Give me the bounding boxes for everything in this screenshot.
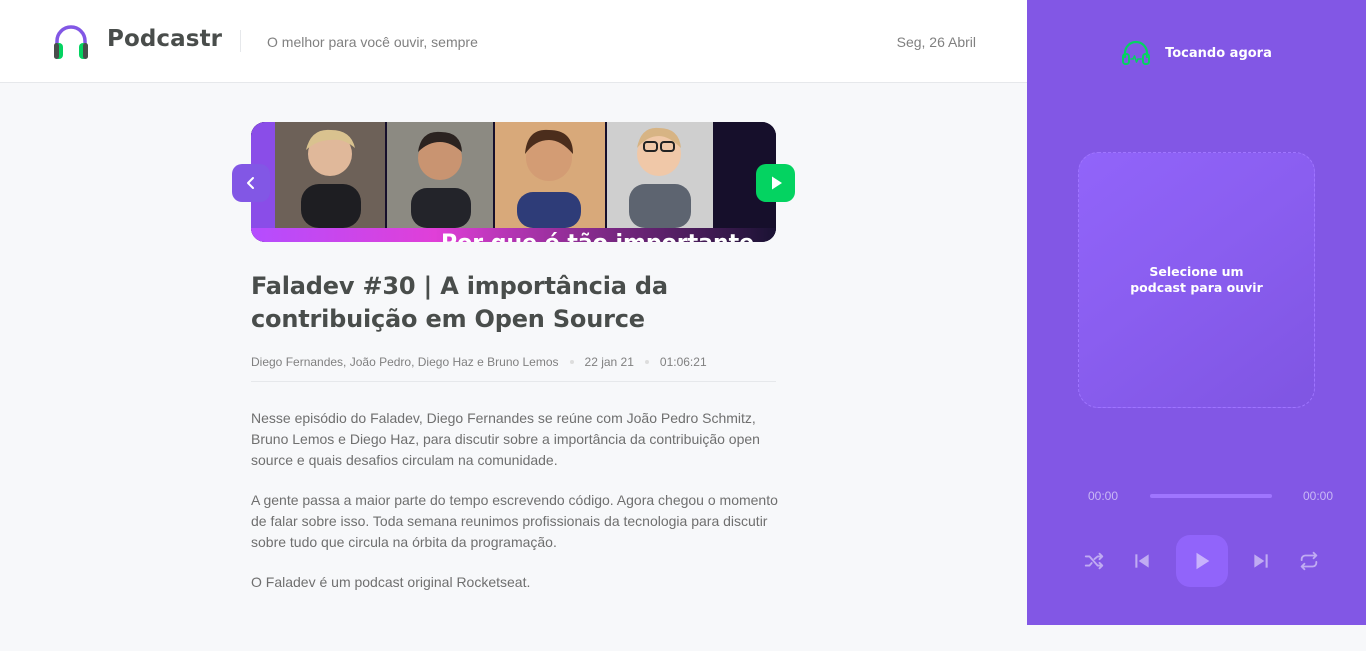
description-paragraph: O Faladev é um podcast original Rocketse… bbox=[251, 574, 531, 590]
play-icon bbox=[1196, 552, 1209, 569]
meta-separator bbox=[569, 360, 574, 364]
app-root: Podcastr O melhor para você ouvir, sempr… bbox=[0, 0, 1366, 651]
shuffle-icon bbox=[1084, 552, 1104, 569]
header-divider bbox=[240, 30, 241, 52]
previous-button[interactable] bbox=[1127, 546, 1157, 576]
app-name[interactable]: Podcastr bbox=[107, 26, 222, 52]
player-controls bbox=[1079, 533, 1324, 588]
divider bbox=[251, 381, 776, 382]
episode-date: 22 jan 21 bbox=[584, 355, 634, 369]
current-date: Seg, 26 Abril bbox=[896, 34, 976, 50]
chevron-left-icon bbox=[247, 177, 254, 189]
back-button[interactable] bbox=[232, 164, 270, 202]
tagline: O melhor para você ouvir, sempre bbox=[267, 34, 478, 50]
total-time: 00:00 bbox=[1302, 489, 1333, 503]
next-button[interactable] bbox=[1246, 546, 1276, 576]
empty-message-line: Selecione um bbox=[1149, 264, 1244, 279]
player-panel: Tocando agora Selecione um podcast para … bbox=[1027, 0, 1366, 625]
repeat-icon bbox=[1300, 551, 1318, 570]
episode-members: Diego Fernandes, João Pedro, Diego Haz e… bbox=[251, 355, 559, 369]
meta-separator bbox=[644, 360, 649, 364]
player-header: Tocando agora bbox=[1027, 40, 1366, 66]
headphones-playing-icon bbox=[1122, 40, 1151, 65]
play-button[interactable] bbox=[1175, 534, 1228, 587]
play-icon bbox=[771, 176, 782, 190]
now-playing-label: Tocando agora bbox=[1165, 45, 1272, 61]
current-time: 00:00 bbox=[1088, 489, 1119, 503]
empty-player: Selecione um podcast para ouvir bbox=[1078, 152, 1315, 408]
episode-meta: Diego Fernandes, João Pedro, Diego Haz e… bbox=[251, 354, 707, 370]
header: Podcastr O melhor para você ouvir, sempr… bbox=[0, 0, 1027, 83]
empty-message-line: podcast para ouvir bbox=[1130, 280, 1263, 295]
progress-row: 00:00 00:00 bbox=[1088, 487, 1333, 505]
description-paragraph: A gente passa a maior parte do tempo esc… bbox=[251, 492, 778, 550]
next-icon bbox=[1254, 553, 1268, 568]
shuffle-button[interactable] bbox=[1079, 546, 1109, 576]
episode-thumbnail: Por que é tão importante bbox=[251, 122, 776, 242]
episode-title: Faladev #30 | A importância da contribui… bbox=[251, 272, 668, 333]
description-paragraph: Nesse episódio do Faladev, Diego Fernand… bbox=[251, 410, 760, 468]
play-episode-button[interactable] bbox=[756, 164, 795, 202]
headphones-icon bbox=[51, 22, 91, 62]
repeat-button[interactable] bbox=[1294, 546, 1324, 576]
progress-slider[interactable] bbox=[1149, 494, 1272, 498]
thumbnail-caption: Por que é tão importante bbox=[441, 231, 754, 242]
episode-duration: 01:06:21 bbox=[659, 355, 707, 369]
previous-icon bbox=[1135, 553, 1149, 568]
episode-description: Nesse episódio do Faladev, Diego Fernand… bbox=[251, 408, 781, 612]
empty-player-message: Selecione um podcast para ouvir bbox=[1130, 264, 1263, 296]
